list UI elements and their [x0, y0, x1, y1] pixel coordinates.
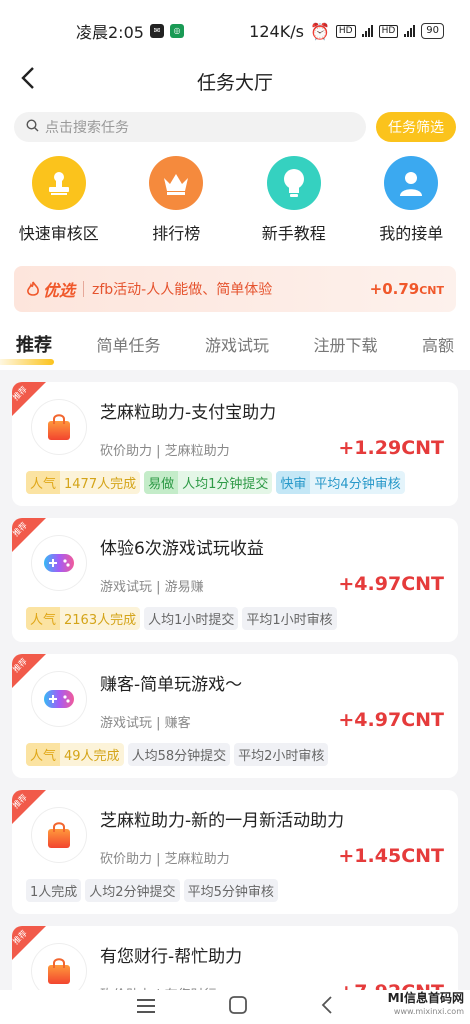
network-speed: 124K/s — [249, 21, 304, 41]
quick-entries: 快速审核区 排行榜 新手教程 我的接单 — [0, 142, 470, 252]
divider — [83, 281, 85, 297]
tag-submit-time: 人均58分钟提交 — [127, 743, 231, 766]
tag-review-time: 平均2小时审核 — [234, 743, 329, 766]
task-title: 有您财行-帮忙助力 — [100, 947, 243, 967]
search-icon — [26, 118, 39, 136]
task-category: 游戏试玩 | 游易赚 — [100, 580, 204, 595]
quick-entry-label: 新手教程 — [261, 224, 326, 243]
task-card[interactable]: 推荐 芝麻粒助力-新的一月新活动助力 砍价助力 | 芝麻粒助力 +1.45CNT… — [12, 790, 458, 914]
hd-icon: HD — [378, 24, 399, 38]
search-input[interactable]: 点击搜索任务 — [14, 112, 366, 142]
quick-entry-tutorial[interactable]: 新手教程 — [244, 156, 344, 244]
task-category: 砍价助力 | 芝麻粒助力 — [100, 852, 230, 867]
tag-review-time: 平均1小时审核 — [242, 607, 337, 630]
quick-entry-label: 我的接单 — [379, 224, 444, 243]
tag-submit-time: 人均2分钟提交 — [85, 879, 180, 902]
promo-banner-wrap: 优选 zfb活动-人人能做、简单体验 +0.79CNT — [0, 252, 470, 318]
task-category: 游戏试玩 | 赚客 — [100, 716, 191, 731]
lightbulb-icon — [266, 156, 321, 210]
task-title: 赚客-简单玩游戏～ — [100, 675, 243, 695]
tag-easy: 易做 人均1分钟提交 — [144, 471, 273, 494]
quick-entry-fast-review[interactable]: 快速审核区 — [9, 156, 109, 244]
tag-review-time: 平均5分钟审核 — [183, 879, 278, 902]
home-icon[interactable] — [229, 996, 247, 1018]
task-reward: +4.97CNT — [338, 709, 444, 731]
promo-tag: 优选 — [26, 277, 75, 301]
battery-icon: 90 — [421, 23, 444, 39]
task-reward: +1.29CNT — [338, 437, 444, 459]
app-notification-icon: ✉ — [149, 24, 164, 38]
signal-icon — [361, 25, 373, 37]
tag-submit-time: 人均1小时提交 — [144, 607, 239, 630]
signal-icon — [404, 25, 416, 37]
task-category: 砍价助力 | 芝麻粒助力 — [100, 444, 230, 459]
task-tags: 人气 2163人完成 人均1小时提交 平均1小时审核 — [26, 607, 444, 630]
alarm-icon: ⏰ — [309, 21, 330, 41]
back-nav-icon[interactable] — [321, 996, 333, 1018]
quick-entry-label: 快速审核区 — [18, 224, 99, 243]
search-row: 点击搜索任务 任务筛选 — [0, 100, 470, 142]
fire-icon — [27, 281, 39, 296]
quick-entry-my-orders[interactable]: 我的接单 — [361, 156, 461, 244]
watermark: MI信息首码网 www.mixinxi.com — [387, 991, 464, 1017]
tag-completed: 1人完成 — [26, 879, 82, 902]
task-reward: +1.45CNT — [338, 845, 444, 867]
quick-entry-ranking[interactable]: 排行榜 — [126, 156, 226, 244]
promo-banner[interactable]: 优选 zfb活动-人人能做、简单体验 +0.79CNT — [14, 266, 456, 312]
task-card[interactable]: 推荐 赚客-简单玩游戏～ 游戏试玩 | 赚客 +4.97CNT 人气 49人完成 … — [12, 654, 458, 778]
tab-recommended[interactable]: 推荐 — [0, 327, 54, 365]
task-title: 芝麻粒助力-新的一月新活动助力 — [100, 811, 345, 831]
nav-bar: 任务大厅 — [0, 62, 470, 100]
tab-high-reward[interactable]: 高额 — [420, 328, 456, 360]
stamp-icon — [31, 156, 86, 210]
status-time: 凌晨2:05 — [76, 23, 144, 42]
page-title: 任务大厅 — [196, 71, 273, 94]
back-icon[interactable] — [20, 66, 36, 97]
promo-text: zfb活动-人人能做、简单体验 — [92, 282, 273, 298]
crown-icon — [149, 156, 204, 210]
tab-game-trial[interactable]: 游戏试玩 — [203, 328, 271, 360]
tab-register-download[interactable]: 注册下载 — [311, 328, 379, 360]
tag-popularity: 人气 2163人完成 — [26, 607, 141, 630]
task-tags: 人气 49人完成 人均58分钟提交 平均2小时审核 — [26, 743, 444, 766]
tag-fast-review: 快审 平均4分钟审核 — [276, 471, 405, 494]
search-placeholder: 点击搜索任务 — [45, 120, 129, 136]
task-title: 体验6次游戏试玩收益 — [100, 539, 264, 559]
task-title: 芝麻粒助力-支付宝助力 — [100, 403, 277, 423]
tab-simple[interactable]: 简单任务 — [94, 328, 162, 360]
menu-icon[interactable] — [137, 998, 155, 1017]
task-filter-button[interactable]: 任务筛选 — [376, 112, 456, 142]
tag-popularity: 人气 49人完成 — [26, 743, 124, 766]
task-tags: 1人完成 人均2分钟提交 平均5分钟审核 — [26, 879, 444, 902]
hd-icon: HD — [335, 24, 356, 38]
status-bar: 凌晨2:05 ✉ ◎ 124K/s ⏰ HD HD 90 — [0, 0, 470, 62]
app-notification-icon: ◎ — [169, 24, 184, 38]
promo-amount: +0.79CNT — [369, 280, 444, 298]
task-card[interactable]: 推荐 芝麻粒助力-支付宝助力 砍价助力 | 芝麻粒助力 +1.29CNT 人气 1… — [12, 382, 458, 506]
task-card[interactable]: 推荐 体验6次游戏试玩收益 游戏试玩 | 游易赚 +4.97CNT 人气 2163… — [12, 518, 458, 642]
quick-entry-label: 排行榜 — [152, 224, 201, 243]
user-icon — [384, 156, 439, 210]
task-tags: 人气 1477人完成 易做 人均1分钟提交 快审 平均4分钟审核 — [26, 471, 444, 494]
task-reward: +4.97CNT — [338, 573, 444, 595]
category-tabs: 推荐 简单任务 游戏试玩 注册下载 高额 — [0, 318, 470, 370]
task-list: 推荐 芝麻粒助力-支付宝助力 砍价助力 | 芝麻粒助力 +1.29CNT 人气 1… — [0, 370, 470, 1022]
tag-popularity: 人气 1477人完成 — [26, 471, 141, 494]
